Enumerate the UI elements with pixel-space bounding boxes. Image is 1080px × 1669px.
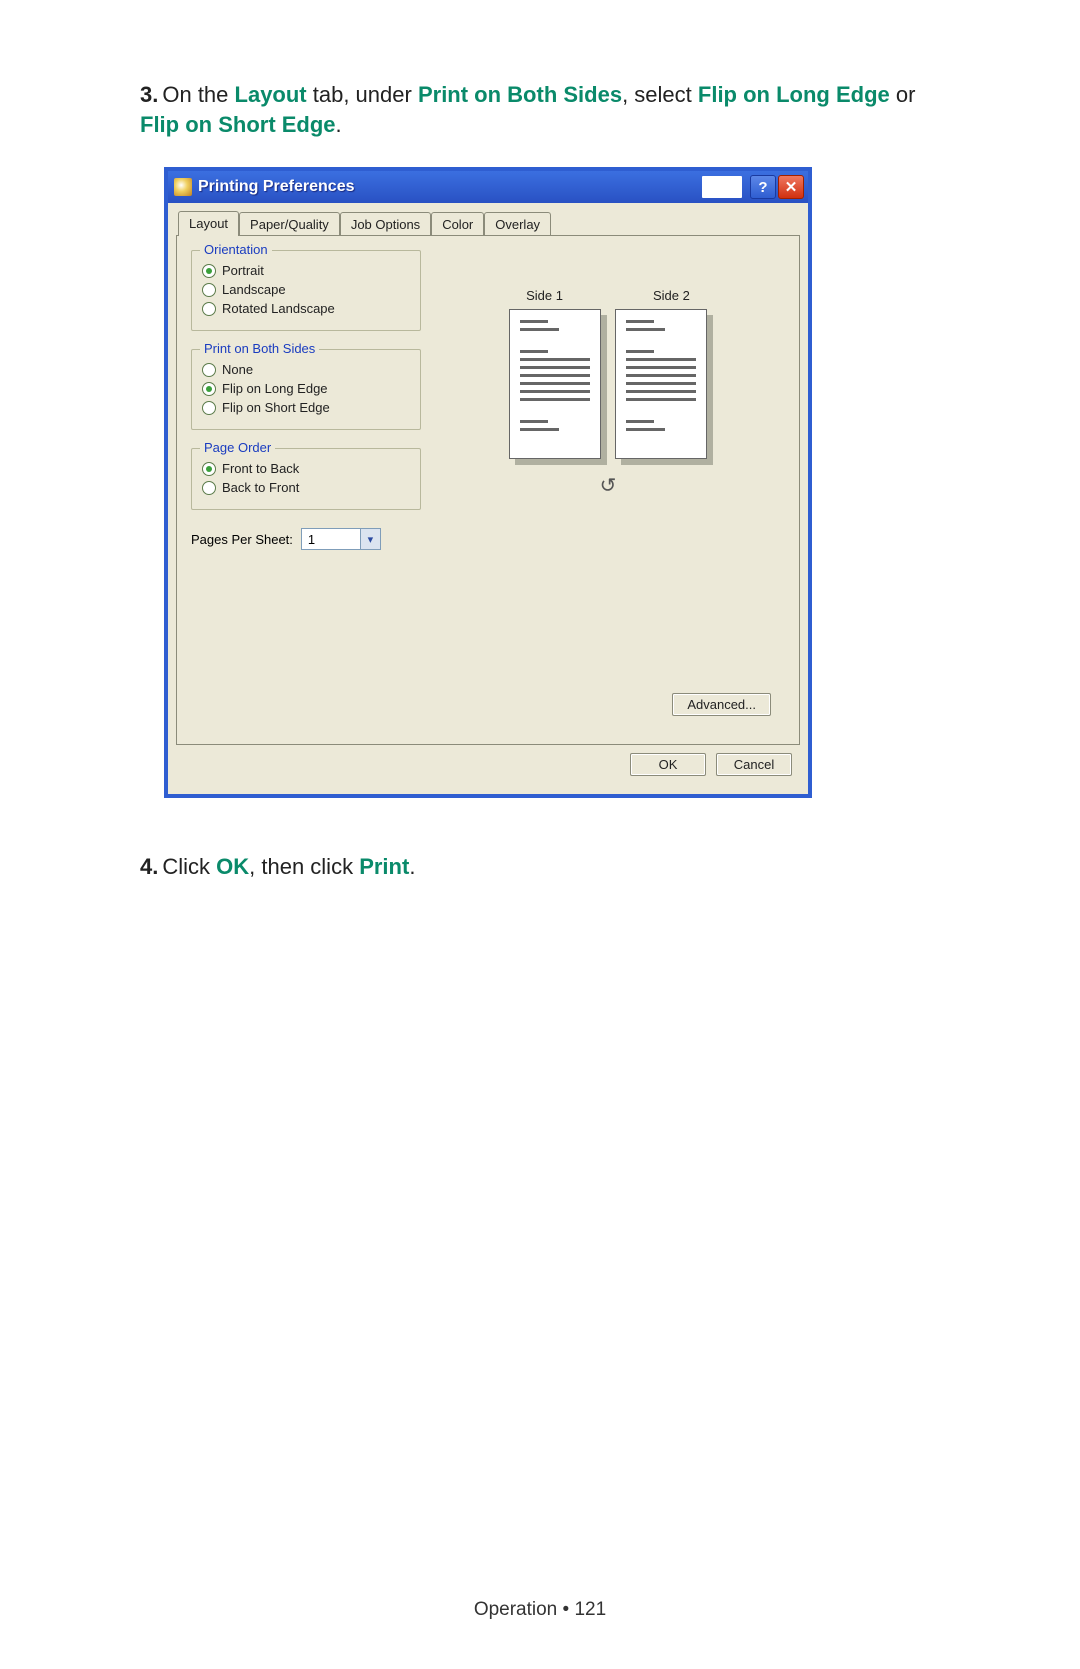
radio-portrait[interactable]: Portrait [202,263,410,278]
preview-side1 [509,309,601,459]
preview-side2 [615,309,707,459]
close-button[interactable]: ✕ [778,175,804,199]
page-footer: Operation • 121 [0,1599,1080,1621]
flip-icon: ↺ [431,473,785,498]
radio-icon [202,401,216,415]
preview-labels: Side 1 Side 2 [431,288,785,303]
tab-color[interactable]: Color [431,212,484,235]
advanced-button[interactable]: Advanced... [672,693,771,716]
group-both-sides: Print on Both Sides None Flip on Long Ed… [191,349,421,430]
radio-icon [202,363,216,377]
radio-flip-long-edge[interactable]: Flip on Long Edge [202,381,410,396]
pages-per-sheet-select[interactable]: 1 ▾ [301,528,381,550]
printing-preferences-dialog: Printing Preferences ? ✕ Layout Paper/Qu… [164,167,812,798]
duplex-preview [431,309,785,459]
side2-label: Side 2 [653,288,690,303]
group-page-order: Page Order Front to Back Back to Front [191,448,421,510]
step-4-number: 4. [140,854,158,879]
step-4-text: 4.Click OK, then click Print. [140,854,960,880]
both-sides-legend: Print on Both Sides [200,341,319,356]
side1-label: Side 1 [526,288,563,303]
tab-overlay[interactable]: Overlay [484,212,551,235]
cancel-button[interactable]: Cancel [716,753,792,776]
tabstrip: Layout Paper/Quality Job Options Color O… [178,207,800,235]
radio-icon [202,283,216,297]
tab-content-layout: Orientation Portrait Landscape [176,235,800,745]
ok-button[interactable]: OK [630,753,706,776]
tab-layout[interactable]: Layout [178,211,239,236]
tab-job-options[interactable]: Job Options [340,212,431,235]
radio-icon [202,462,216,476]
radio-icon [202,264,216,278]
radio-icon [202,481,216,495]
radio-icon [202,302,216,316]
pages-per-sheet-label: Pages Per Sheet: [191,532,293,547]
close-icon: ✕ [785,178,798,196]
radio-back-to-front[interactable]: Back to Front [202,480,410,495]
radio-front-to-back[interactable]: Front to Back [202,461,410,476]
group-orientation: Orientation Portrait Landscape [191,250,421,331]
printer-icon [174,178,192,196]
dialog-buttons: OK Cancel [176,745,800,786]
radio-icon [202,382,216,396]
titlebar-spacer [702,176,742,198]
radio-none[interactable]: None [202,362,410,377]
orientation-legend: Orientation [200,242,272,257]
radio-rotated-landscape[interactable]: Rotated Landscape [202,301,410,316]
step-3-text: 3.On the Layout tab, under Print on Both… [140,80,960,139]
chevron-down-icon: ▾ [360,529,380,549]
page-order-legend: Page Order [200,440,275,455]
help-button[interactable]: ? [750,175,776,199]
radio-landscape[interactable]: Landscape [202,282,410,297]
titlebar: Printing Preferences ? ✕ [168,171,808,203]
help-icon: ? [758,179,767,196]
radio-flip-short-edge[interactable]: Flip on Short Edge [202,400,410,415]
dialog-title: Printing Preferences [198,178,702,196]
pages-per-sheet-row: Pages Per Sheet: 1 ▾ [191,528,421,550]
step-3-number: 3. [140,82,158,107]
tab-paper-quality[interactable]: Paper/Quality [239,212,340,235]
